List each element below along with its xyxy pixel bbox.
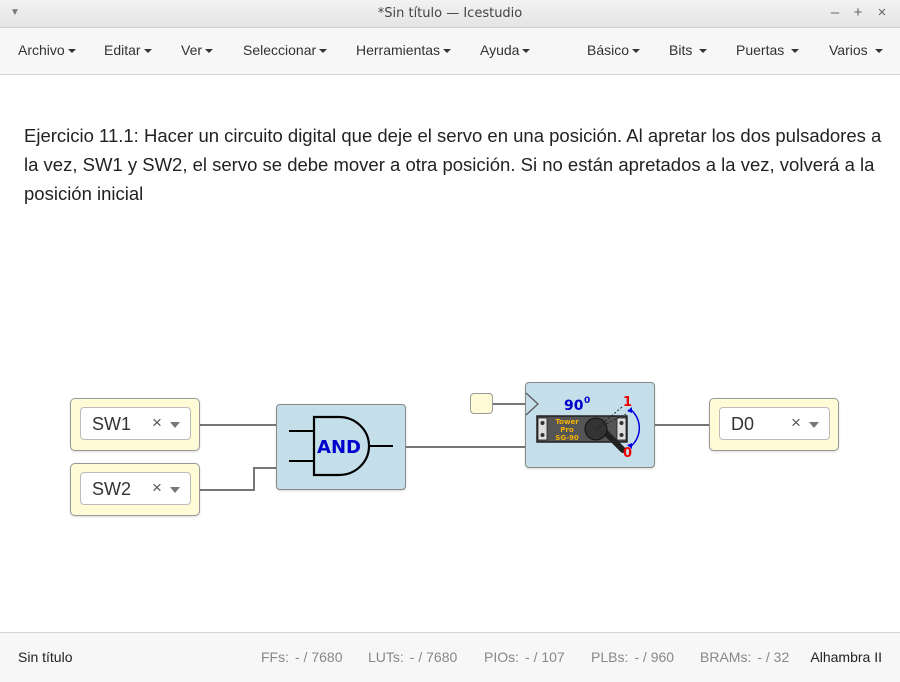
wire-sw2-and-v[interactable] bbox=[253, 468, 255, 491]
wire-and-servo[interactable] bbox=[405, 446, 526, 448]
servo-pos-high: 1 bbox=[623, 395, 632, 410]
wire-sw1-and[interactable] bbox=[199, 424, 277, 426]
menu-archivo[interactable]: Archivo bbox=[18, 42, 76, 58]
chevron-down-icon[interactable] bbox=[170, 422, 180, 428]
chevron-down-icon bbox=[874, 49, 883, 54]
and-gate-block[interactable]: AND bbox=[276, 404, 406, 490]
stat-ffs: FFs: - / 7680 bbox=[261, 649, 342, 665]
stat-pios-value: - / 107 bbox=[525, 649, 565, 665]
chevron-down-icon bbox=[699, 49, 708, 54]
menu-editar[interactable]: Editar bbox=[104, 42, 152, 58]
menu-varios[interactable]: Varios bbox=[829, 42, 883, 58]
title-bar: ▼ *Sin título — Icestudio – + × bbox=[0, 0, 900, 28]
input-block-sw2[interactable]: SW2 × bbox=[70, 463, 200, 516]
servo-icon: 90 0 Tower Pro SG-90 1 0 bbox=[525, 392, 641, 461]
menu-bits-label: Bits bbox=[669, 42, 693, 58]
pin-select-sw2[interactable]: SW2 × bbox=[80, 472, 191, 505]
stat-brams: BRAMs: - / 32 bbox=[700, 649, 789, 665]
and-gate-icon: AND bbox=[289, 415, 393, 477]
minimize-icon[interactable]: – bbox=[826, 4, 844, 21]
servo-brand-2: Pro bbox=[560, 426, 574, 434]
servo-brand-3: SG-90 bbox=[555, 434, 579, 442]
stat-plbs-value: - / 960 bbox=[634, 649, 675, 665]
menu-ver[interactable]: Ver bbox=[181, 42, 214, 58]
board-selector[interactable]: Alhambra II bbox=[810, 649, 882, 665]
menu-puertas[interactable]: Puertas bbox=[736, 42, 800, 58]
output-block-d0[interactable]: D0 × bbox=[709, 398, 839, 451]
stat-brams-label: BRAMs: bbox=[700, 649, 752, 665]
wire-sw2-and-h2[interactable] bbox=[253, 467, 277, 469]
info-text-block[interactable]: Ejercicio 11.1: Hacer un circuito digita… bbox=[24, 121, 894, 208]
chevron-down-icon bbox=[791, 49, 800, 54]
chevron-down-icon bbox=[205, 49, 214, 54]
wire-const-servo[interactable] bbox=[492, 403, 526, 405]
wire-servo-d0[interactable] bbox=[654, 424, 710, 426]
chevron-down-icon bbox=[319, 49, 328, 54]
servo-block[interactable]: 90 0 Tower Pro SG-90 1 0 bbox=[525, 382, 655, 468]
menu-bar: Archivo Editar Ver Seleccionar Herramien… bbox=[0, 28, 900, 75]
stat-brams-value: - / 32 bbox=[757, 649, 790, 665]
menu-ver-label: Ver bbox=[181, 42, 203, 58]
chevron-down-icon bbox=[443, 49, 452, 54]
status-bar: Sin título FFs: - / 7680 LUTs: - / 7680 PI… bbox=[0, 632, 900, 682]
chevron-down-icon bbox=[67, 49, 76, 54]
servo-brand-1: Tower bbox=[555, 418, 579, 426]
menu-basico[interactable]: Básico bbox=[587, 42, 641, 58]
menu-herramientas-label: Herramientas bbox=[356, 42, 441, 58]
chevron-down-icon[interactable] bbox=[809, 422, 819, 428]
chevron-down-icon bbox=[522, 49, 531, 54]
design-canvas[interactable]: Ejercicio 11.1: Hacer un circuito digita… bbox=[0, 76, 900, 632]
menu-seleccionar-label: Seleccionar bbox=[243, 42, 317, 58]
menu-ayuda[interactable]: Ayuda bbox=[480, 42, 531, 58]
pin-label-sw1: SW1 bbox=[92, 414, 132, 434]
clear-icon[interactable]: × bbox=[152, 478, 162, 498]
stat-luts-value: - / 7680 bbox=[409, 649, 458, 665]
and-gate-label: AND bbox=[317, 437, 361, 458]
servo-pos-low: 0 bbox=[623, 446, 632, 461]
menu-bits[interactable]: Bits bbox=[669, 42, 708, 58]
input-block-sw1[interactable]: SW1 × bbox=[70, 398, 200, 451]
pin-label-d0: D0 bbox=[731, 414, 755, 434]
project-name: Sin título bbox=[18, 649, 73, 665]
menu-editar-label: Editar bbox=[104, 42, 141, 58]
servo-degree-label: 0 bbox=[584, 396, 590, 406]
pin-select-sw1[interactable]: SW1 × bbox=[80, 407, 191, 440]
stat-luts: LUTs: - / 7680 bbox=[368, 649, 457, 665]
pin-select-d0[interactable]: D0 × bbox=[719, 407, 830, 440]
stat-plbs-label: PLBs: bbox=[591, 649, 629, 665]
close-icon[interactable]: × bbox=[873, 4, 891, 21]
chevron-down-icon[interactable] bbox=[170, 487, 180, 493]
menu-varios-label: Varios bbox=[829, 42, 868, 58]
wire-sw2-and-h1[interactable] bbox=[199, 489, 255, 491]
stat-pios-label: PIOs: bbox=[484, 649, 520, 665]
stat-luts-label: LUTs: bbox=[368, 649, 404, 665]
chevron-down-icon bbox=[632, 49, 641, 54]
stat-ffs-value: - / 7680 bbox=[295, 649, 343, 665]
stat-pios: PIOs: - / 107 bbox=[484, 649, 565, 665]
menu-ayuda-label: Ayuda bbox=[480, 42, 520, 58]
maximize-icon[interactable]: + bbox=[849, 4, 867, 21]
menu-puertas-label: Puertas bbox=[736, 42, 785, 58]
clear-icon[interactable]: × bbox=[152, 413, 162, 433]
stat-ffs-label: FFs: bbox=[261, 649, 289, 665]
constant-block[interactable] bbox=[470, 393, 493, 414]
pin-label-sw2: SW2 bbox=[92, 479, 132, 499]
menu-archivo-label: Archivo bbox=[18, 42, 65, 58]
stat-plbs: PLBs: - / 960 bbox=[591, 649, 674, 665]
menu-herramientas[interactable]: Herramientas bbox=[356, 42, 452, 58]
chevron-down-icon bbox=[143, 49, 152, 54]
menu-basico-label: Básico bbox=[587, 42, 630, 58]
menu-seleccionar[interactable]: Seleccionar bbox=[243, 42, 328, 58]
servo-angle-label: 90 bbox=[564, 398, 584, 414]
clear-icon[interactable]: × bbox=[791, 413, 801, 433]
window-title: *Sin título — Icestudio bbox=[377, 6, 523, 21]
